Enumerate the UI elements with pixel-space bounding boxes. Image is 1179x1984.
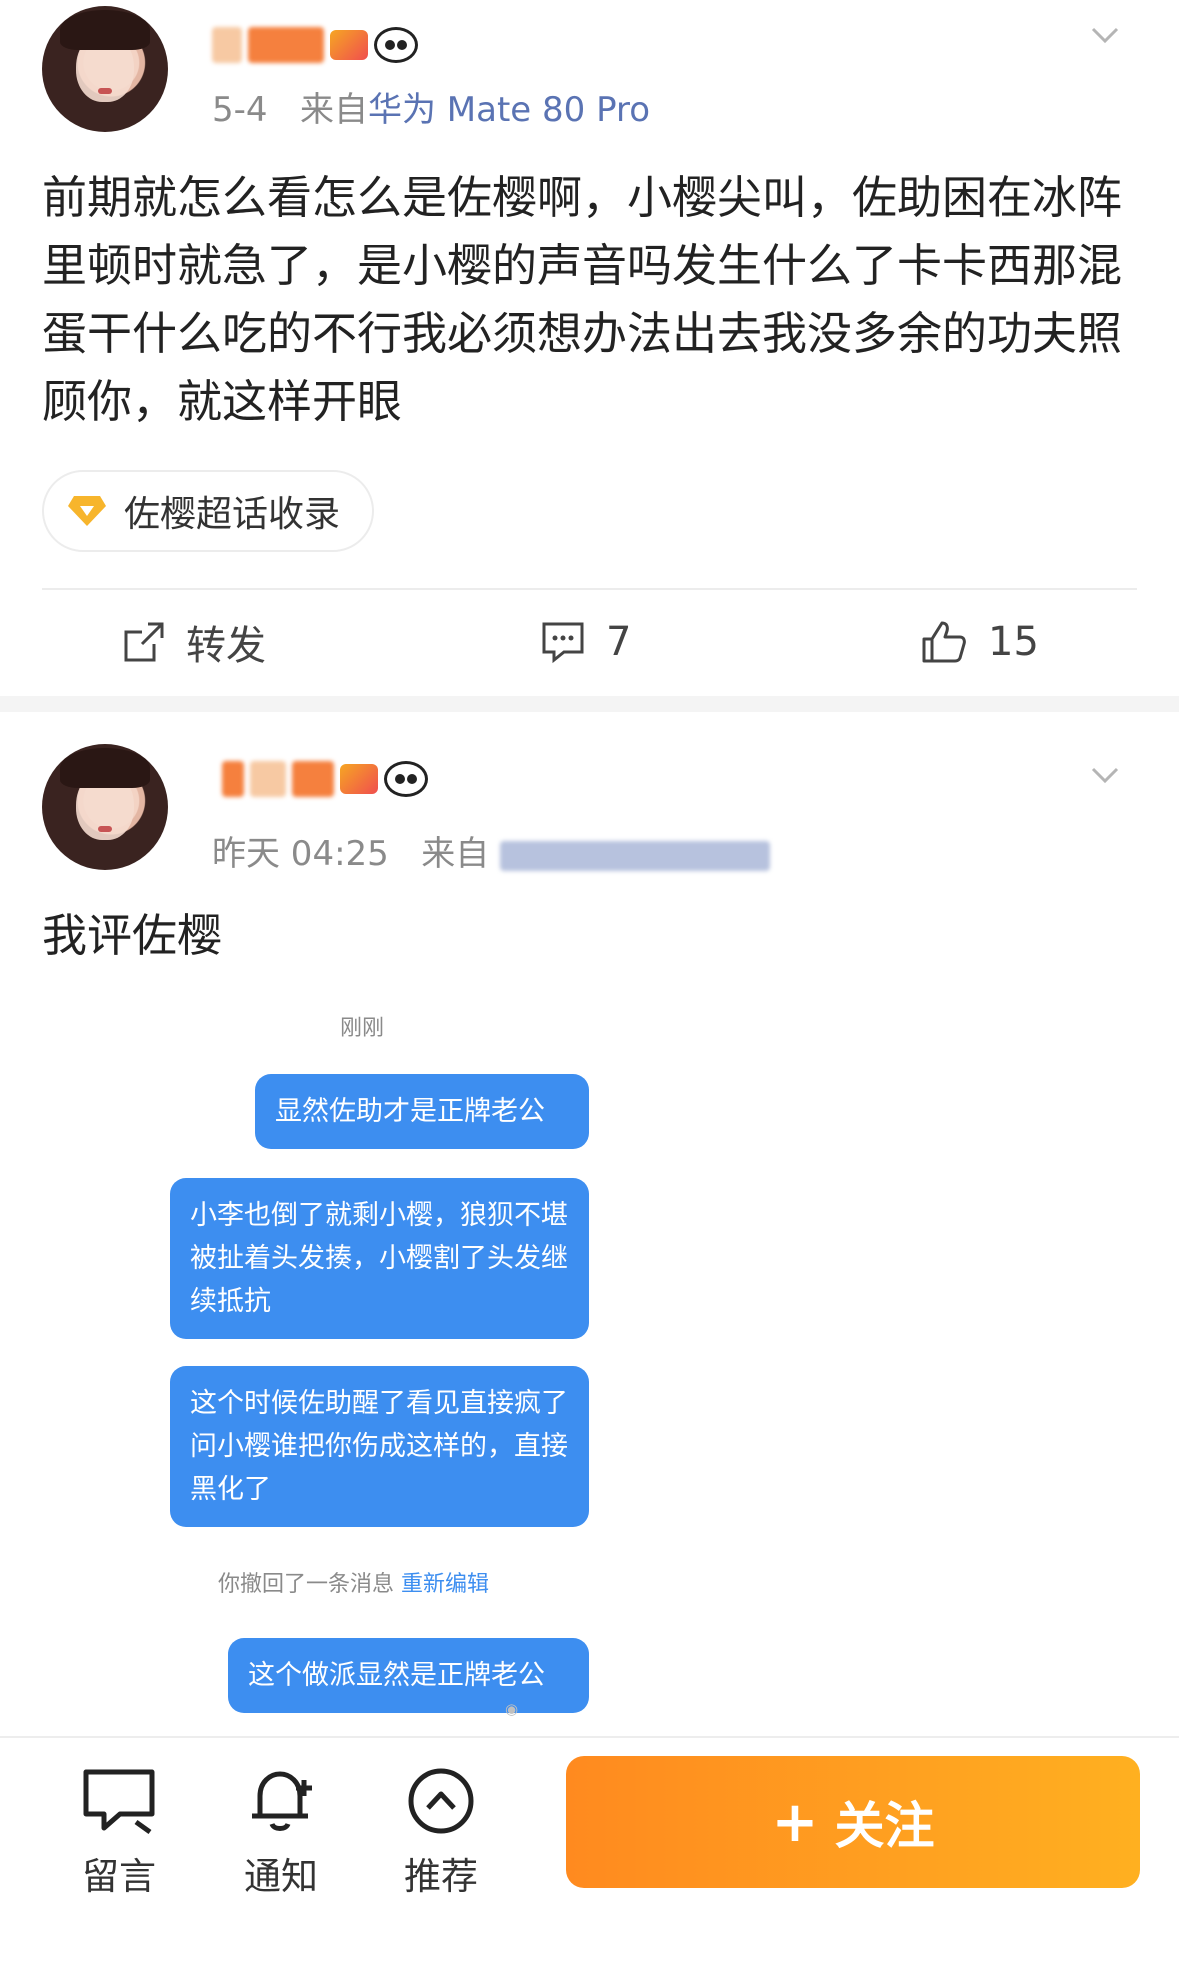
post-meta: 5-4 来自华为 Mate 80 Pro: [212, 82, 650, 131]
post-from: 来自: [299, 90, 368, 130]
panda-icon: [384, 761, 428, 797]
thumbs-up-icon: [922, 621, 966, 663]
chevron-up-circle-icon: [408, 1768, 474, 1834]
bell-plus-icon: [252, 1771, 312, 1831]
divider: [42, 588, 1137, 590]
post-meta: 昨天 04:25 来自: [212, 826, 771, 875]
recommend-nav-button[interactable]: 推荐: [386, 1766, 496, 1900]
share-icon: [124, 622, 164, 662]
vip-badge-icon: [340, 764, 378, 794]
chat-bubble: 这个时候佐助醒了看见直接疯了问小樱谁把你伤成这样的，直接黑化了: [170, 1366, 589, 1527]
chat-bubble: 这个做派显然是正牌老公: [228, 1638, 589, 1713]
topic-label: 佐樱超话收录: [124, 494, 341, 535]
post-body: 前期就怎么看怎么是佐樱啊，小樱尖叫，佐助困在冰阵里顿时就急了，是小樱的声音吗发生…: [42, 171, 1123, 428]
comment-button[interactable]: 7: [540, 612, 631, 672]
post-date: 昨天 04:25: [212, 834, 389, 874]
follow-label: 关注: [834, 1797, 935, 1855]
post-device[interactable]: 华为 Mate 80 Pro: [368, 90, 650, 130]
recall-notice: 你撤回了一条消息 重新编辑: [218, 1566, 489, 1598]
panda-icon: [374, 27, 418, 63]
chevron-down-icon[interactable]: [1090, 760, 1120, 790]
comment-icon: [542, 622, 584, 664]
like-button[interactable]: 15: [920, 612, 1039, 672]
like-count: 15: [988, 619, 1039, 665]
notify-nav-label: 通知: [244, 1855, 318, 1898]
diamond-icon: [68, 496, 106, 526]
chat-bubble: 显然佐助才是正牌老公: [255, 1074, 589, 1149]
topic-pill[interactable]: 佐樱超话收录: [42, 470, 375, 552]
vip-badge-icon: [330, 30, 368, 60]
username-redacted[interactable]: [222, 754, 428, 804]
chat-icon: [83, 1769, 155, 1835]
recall-text: 你撤回了一条消息: [218, 1572, 395, 1597]
repost-label: 转发: [186, 623, 266, 669]
post-from: 来自: [421, 834, 490, 874]
comment-nav-button[interactable]: 留言: [64, 1766, 174, 1900]
comment-nav-label: 留言: [82, 1855, 156, 1898]
chat-time: 刚刚: [340, 1016, 385, 1041]
chevron-down-icon[interactable]: [1090, 20, 1120, 50]
post-body: 我评佐樱: [42, 909, 223, 962]
avatar[interactable]: [42, 744, 168, 870]
notify-nav-button[interactable]: 通知: [226, 1766, 336, 1900]
device-redacted: [500, 840, 771, 871]
recommend-nav-label: 推荐: [404, 1855, 478, 1898]
chat-bubble: 小李也倒了就剩小樱，狼狈不堪被扯着头发揍，小樱割了头发继续抵抗: [170, 1178, 589, 1339]
section-separator: [0, 696, 1179, 712]
avatar[interactable]: [42, 6, 168, 132]
post-date: 5-4: [212, 90, 268, 130]
username-redacted[interactable]: [212, 20, 418, 70]
follow-button[interactable]: + 关注: [566, 1756, 1140, 1888]
plus-icon: +: [771, 1789, 819, 1855]
watermark: ◉: [505, 1700, 519, 1718]
repost-button[interactable]: 转发: [122, 612, 266, 672]
recall-edit-link[interactable]: 重新编辑: [401, 1572, 489, 1597]
bottom-bar: 留言 通知 推荐 + 关注: [0, 1736, 1179, 1984]
comment-count: 7: [606, 619, 632, 665]
